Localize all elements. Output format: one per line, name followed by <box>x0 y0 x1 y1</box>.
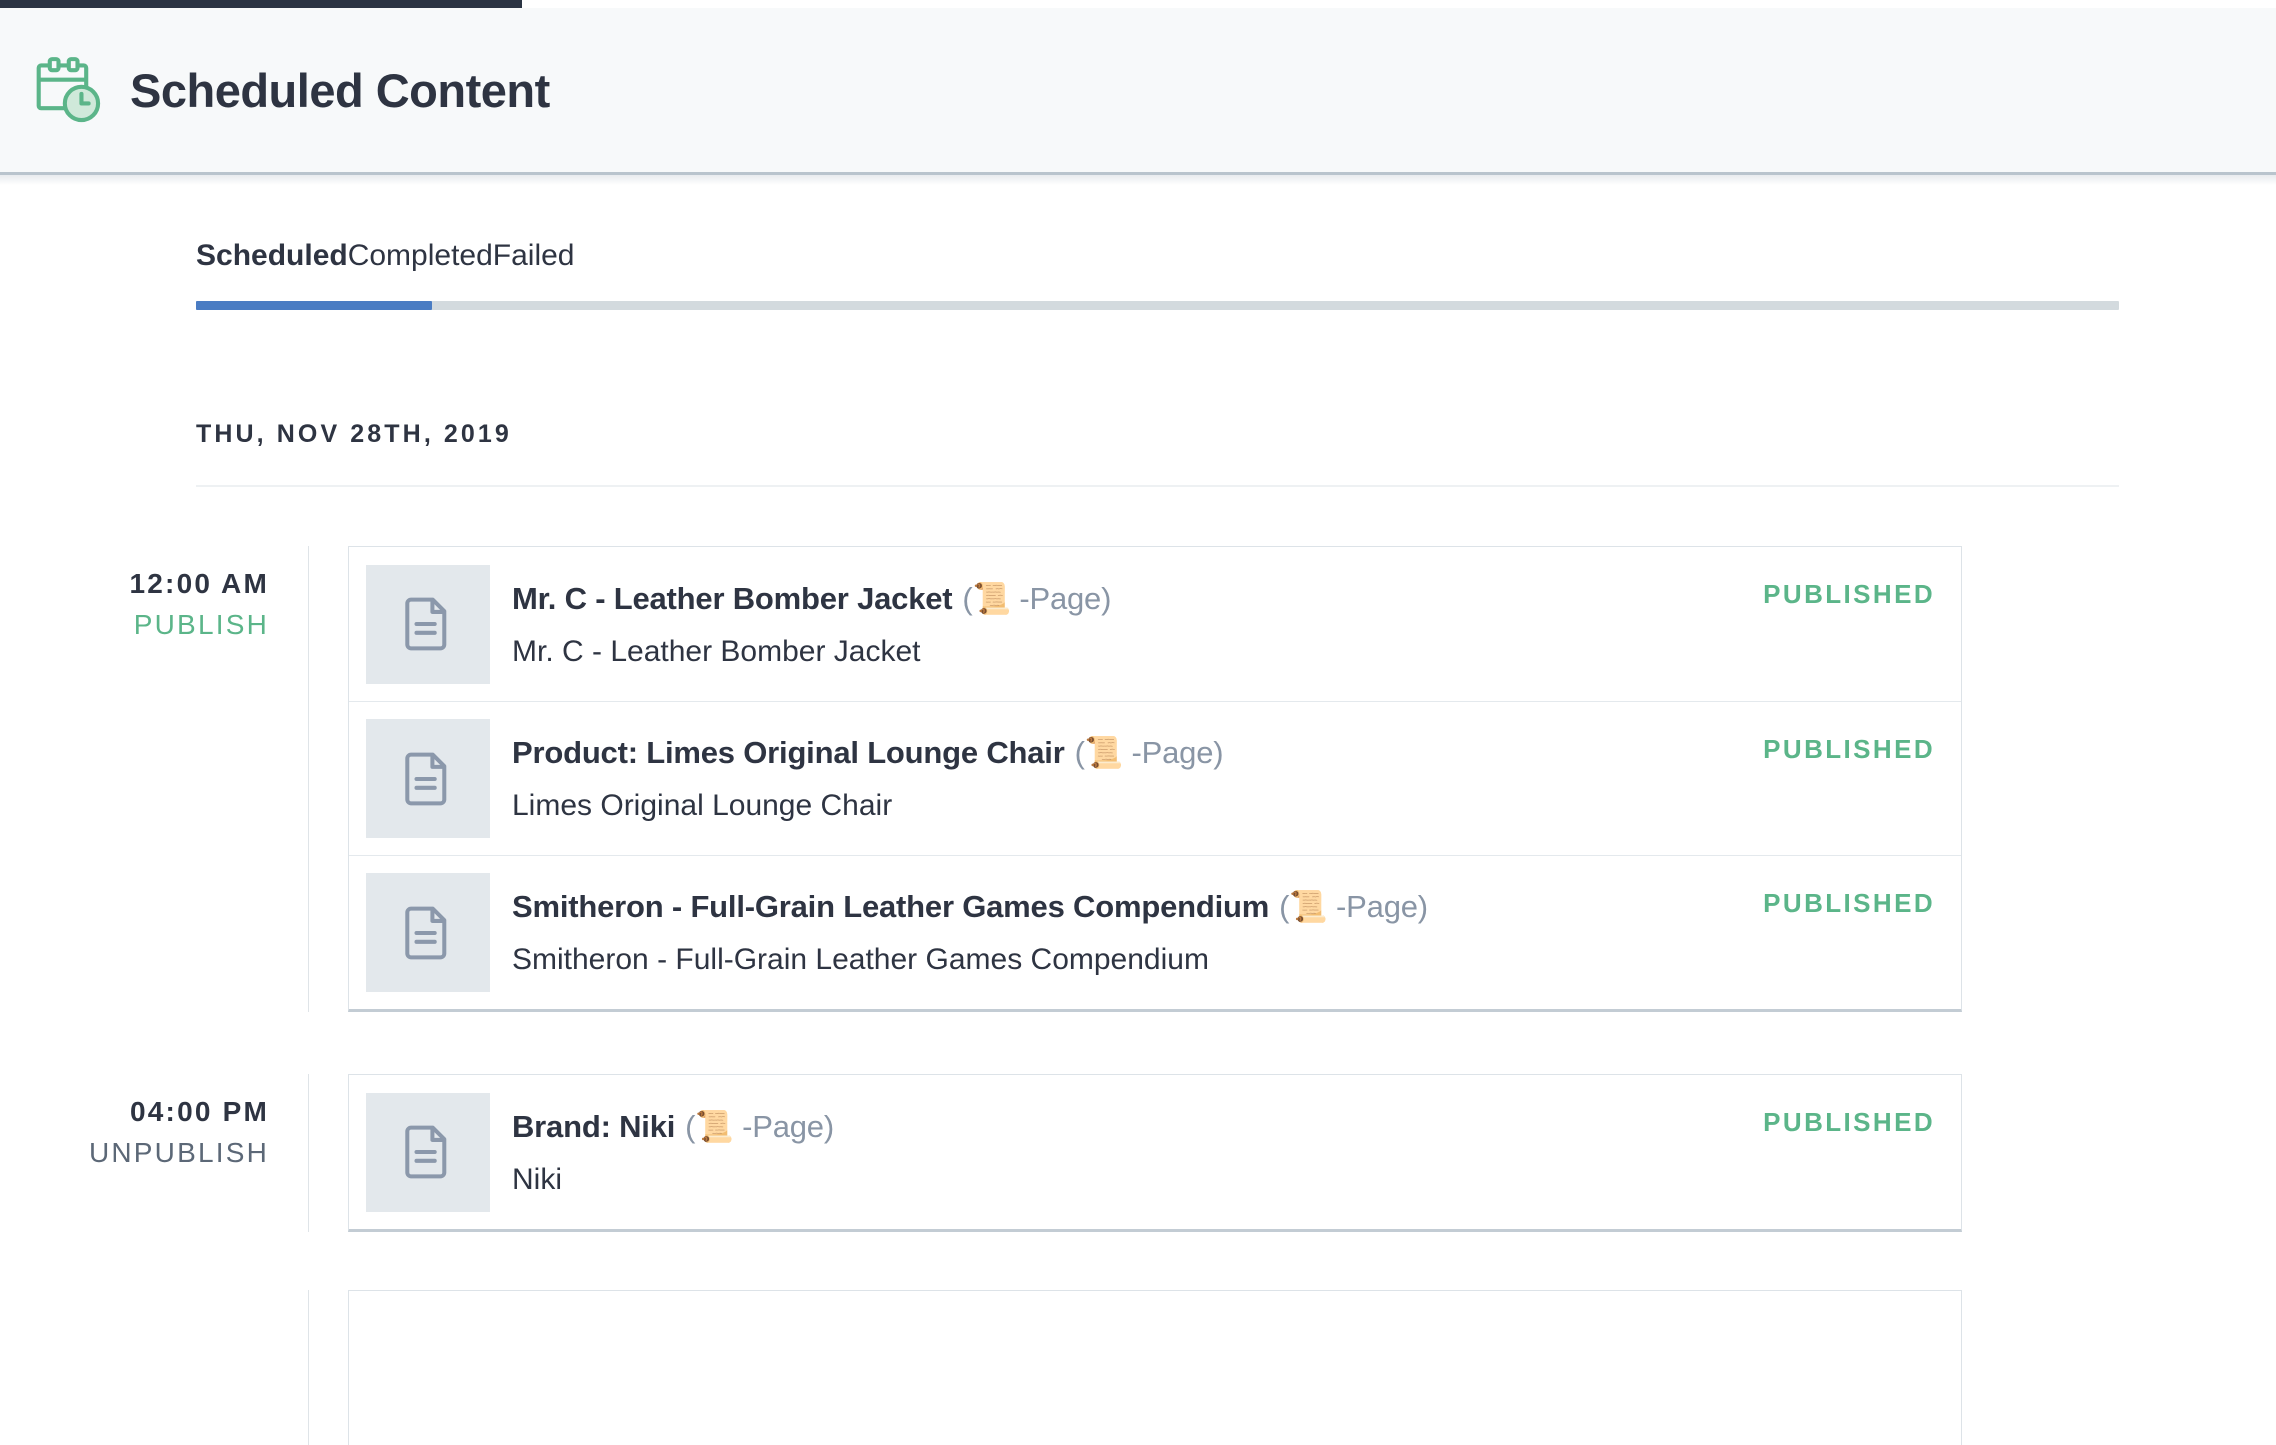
content-thumbnail <box>366 1093 490 1212</box>
status-badge: PUBLISHED <box>1763 702 1935 765</box>
header-shadow <box>0 175 2276 185</box>
document-icon <box>405 752 451 806</box>
slot-time: 12:00 AM <box>0 568 269 600</box>
content-subtitle: Mr. C - Leather Bomber Jacket <box>512 635 1743 669</box>
content-type-label: -Page) <box>1019 581 1111 616</box>
timeline-rail <box>308 1074 309 1232</box>
slot-card-list <box>348 1290 1962 1445</box>
page-header: Scheduled Content <box>0 8 2276 175</box>
scroll-icon: 📜 <box>973 581 1011 616</box>
content-type-label: -Page) <box>742 1109 834 1144</box>
content-type-badge: (📜 -Page) <box>1279 889 1428 924</box>
content-thumbnail <box>366 719 490 838</box>
content-type-label: -Page) <box>1132 735 1224 770</box>
tab-failed[interactable]: Failed <box>493 239 575 281</box>
tab-list: Scheduled Completed Failed <box>196 185 2276 281</box>
content-type-label: -Page) <box>1336 889 1428 924</box>
timeline-rail <box>308 546 309 1012</box>
content-title: Mr. C - Leather Bomber Jacket (📜 -Page) <box>512 580 1743 617</box>
content-text: Smitheron - Full-Grain Leather Games Com… <box>512 888 1743 977</box>
scroll-icon: 📜 <box>695 1109 733 1144</box>
tab-underline-track <box>196 301 2119 310</box>
slot-card-list: Mr. C - Leather Bomber Jacket(📜 -Page) M… <box>348 546 1962 1012</box>
document-icon <box>405 597 451 651</box>
document-icon <box>405 906 451 960</box>
content-title-text: Product: Limes Original Lounge Chair <box>512 735 1065 770</box>
content-type-paren-open: ( <box>962 581 972 616</box>
timeline-rail <box>308 1290 309 1445</box>
slot-action: UNPUBLISH <box>0 1137 269 1169</box>
scroll-icon: 📜 <box>1289 889 1327 924</box>
tab-completed[interactable]: Completed <box>348 239 493 281</box>
tabs-bar: Scheduled Completed Failed <box>0 185 2276 281</box>
slot-time: 04:00 PM <box>0 1096 269 1128</box>
page-title: Scheduled Content <box>130 63 550 118</box>
content-row[interactable]: Brand: Niki (📜 -Page) Niki PUBLISHED <box>349 1075 1961 1229</box>
slot-time-column: 04:00 PM UNPUBLISH <box>0 1074 269 1169</box>
content-text: Mr. C - Leather Bomber Jacket (📜 -Page) M… <box>512 580 1743 669</box>
content-type-badge: (📜 -Page) <box>1075 735 1224 770</box>
status-badge: PUBLISHED <box>1763 856 1935 919</box>
content-title-text: Brand: Niki <box>512 1109 675 1144</box>
schedule-slot: 12:00 AM PUBLISH Mr. C - Leather Bomber … <box>0 546 2276 1012</box>
content-text: Product: Limes Original Lounge Chair (📜 -… <box>512 734 1743 823</box>
scroll-icon: 📜 <box>1085 735 1123 770</box>
window-chrome-gap <box>522 0 2276 8</box>
content-type-badge: (📜 -Page) <box>685 1109 834 1144</box>
slot-card-list: Brand: Niki (📜 -Page) Niki PUBLISHED <box>348 1074 1962 1232</box>
content-row[interactable]: Smitheron - Full-Grain Leather Games Com… <box>349 855 1961 1009</box>
content-type-paren-open: ( <box>1075 735 1085 770</box>
content-type-paren-open: ( <box>685 1109 695 1144</box>
slot-time-column: 12:00 AM PUBLISH <box>0 546 269 641</box>
content-type-badge: (📜 -Page) <box>962 581 1111 616</box>
content-subtitle: Limes Original Lounge Chair <box>512 789 1743 823</box>
tab-scheduled[interactable]: Scheduled <box>196 239 348 281</box>
day-date-header: THU, NOV 28TH, 2019 <box>196 420 2119 487</box>
content-title-text: Mr. C - Leather Bomber Jacket <box>512 581 952 616</box>
content-text: Brand: Niki (📜 -Page) Niki <box>512 1108 1743 1197</box>
status-badge: PUBLISHED <box>1763 547 1935 610</box>
content-row[interactable]: Product: Limes Original Lounge Chair (📜 -… <box>349 701 1961 855</box>
content-thumbnail <box>366 565 490 684</box>
content-thumbnail <box>366 873 490 992</box>
day-group: THU, NOV 28TH, 2019 12:00 AM PUBLISH Mr.… <box>0 420 2276 1445</box>
content-title-text: Smitheron - Full-Grain Leather Games Com… <box>512 889 1269 924</box>
document-icon <box>405 1125 451 1179</box>
slot-time-column <box>0 1290 269 1312</box>
tab-active-indicator <box>196 301 432 310</box>
content-title: Smitheron - Full-Grain Leather Games Com… <box>512 888 1743 925</box>
content-subtitle: Smitheron - Full-Grain Leather Games Com… <box>512 943 1743 977</box>
slot-action: PUBLISH <box>0 609 269 641</box>
content-title: Product: Limes Original Lounge Chair (📜 -… <box>512 734 1743 771</box>
content-row[interactable]: Mr. C - Leather Bomber Jacket (📜 -Page) M… <box>349 547 1961 701</box>
schedule-slot: 04:00 PM UNPUBLISH Brand: Niki (📜 -Page) … <box>0 1074 2276 1232</box>
content-row[interactable] <box>349 1291 1961 1445</box>
content-type-paren-open: ( <box>1279 889 1289 924</box>
calendar-clock-icon <box>30 52 106 128</box>
content-title: Brand: Niki (📜 -Page) <box>512 1108 1743 1145</box>
schedule-slot-partial <box>0 1290 2276 1445</box>
status-badge: PUBLISHED <box>1763 1075 1935 1138</box>
content-subtitle: Niki <box>512 1163 1743 1197</box>
